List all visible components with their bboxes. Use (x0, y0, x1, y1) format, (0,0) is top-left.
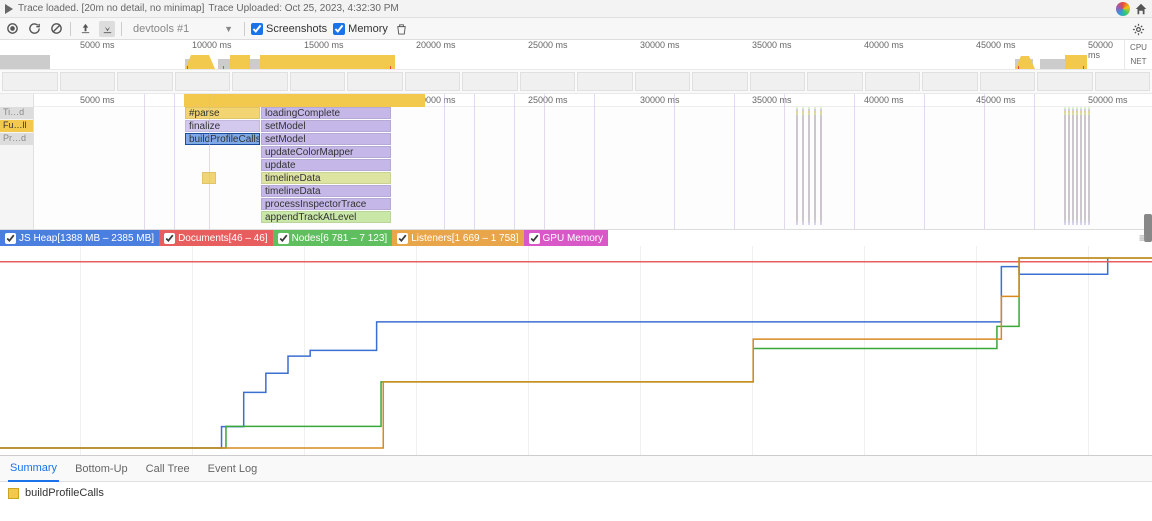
record-button[interactable] (4, 21, 20, 37)
flame-item[interactable]: loadingComplete (261, 107, 391, 119)
download-button[interactable] (99, 21, 115, 37)
flame-item[interactable]: buildProfileCalls (185, 133, 260, 145)
tab-event-log[interactable]: Event Log (206, 457, 260, 481)
home-icon[interactable] (1134, 2, 1148, 16)
legend-jsheap[interactable]: JS Heap[1388 MB – 2385 MB] (0, 230, 159, 246)
memory-checkbox[interactable]: Memory (333, 23, 388, 35)
net-label: NET (1131, 57, 1147, 66)
flame-item[interactable]: timelineData (261, 172, 391, 184)
toolbar: devtools #1▼ Screenshots Memory (0, 18, 1152, 40)
memory-chart[interactable] (0, 246, 1152, 456)
flame-item[interactable]: timelineData (261, 185, 391, 197)
reload-button[interactable] (26, 21, 42, 37)
legend-listeners[interactable]: Listeners[1 669 – 1 758] (392, 230, 523, 246)
menu-icon[interactable]: ≡ (1139, 231, 1146, 245)
flame-chart[interactable]: Ti…d Fu…ll Pr…d 5000 ms10000 ms15000 ms2… (0, 94, 1152, 230)
tab-call-tree[interactable]: Call Tree (144, 457, 192, 481)
flame-item[interactable]: update (261, 159, 391, 171)
tab-bottom-up[interactable]: Bottom-Up (73, 457, 130, 481)
flame-item[interactable]: processInspectorTrace (261, 198, 391, 210)
screenshots-checkbox[interactable]: Screenshots (251, 23, 327, 35)
legend-docs[interactable]: Documents[46 – 46] (159, 230, 273, 246)
summary-pane: buildProfileCalls (0, 482, 1152, 504)
track-label[interactable]: Ti…d (0, 107, 33, 119)
legend-gpu[interactable]: GPU Memory (524, 230, 609, 246)
flame-item[interactable]: setModel (261, 133, 391, 145)
globe-icon[interactable] (1116, 2, 1130, 16)
play-icon (4, 4, 14, 14)
clear-button[interactable] (48, 21, 64, 37)
upload-button[interactable] (77, 21, 93, 37)
track-label[interactable]: Pr…d (0, 133, 33, 145)
memory-legend: JS Heap[1388 MB – 2385 MB]Documents[46 –… (0, 230, 1152, 246)
flame-item[interactable]: updateColorMapper (261, 146, 391, 158)
target-dropdown[interactable]: devtools #1▼ (128, 22, 238, 36)
flame-item[interactable]: finalize (185, 120, 260, 132)
track-label[interactable]: Fu…ll (0, 120, 33, 132)
trace-status: Trace loaded. [20m no detail, no minimap… (18, 3, 204, 14)
status-bar: Trace loaded. [20m no detail, no minimap… (0, 0, 1152, 18)
flame-item[interactable]: setModel (261, 120, 391, 132)
color-swatch (8, 488, 19, 499)
flame-item[interactable]: #parse (185, 107, 260, 119)
settings-button[interactable] (1130, 21, 1146, 37)
filmstrip[interactable] (0, 70, 1152, 94)
trace-uploaded: Trace Uploaded: Oct 25, 2023, 4:32:30 PM (208, 3, 398, 14)
overview-pane[interactable]: 5000 ms10000 ms15000 ms20000 ms25000 ms3… (0, 40, 1152, 70)
selected-name: buildProfileCalls (25, 487, 104, 499)
detail-tabs: Summary Bottom-Up Call Tree Event Log (0, 456, 1152, 482)
tab-summary[interactable]: Summary (8, 456, 59, 482)
cpu-label: CPU (1130, 43, 1147, 52)
gc-button[interactable] (394, 21, 410, 37)
flame-item[interactable]: appendTrackAtLevel (261, 211, 391, 223)
legend-nodes[interactable]: Nodes[6 781 – 7 123] (273, 230, 393, 246)
